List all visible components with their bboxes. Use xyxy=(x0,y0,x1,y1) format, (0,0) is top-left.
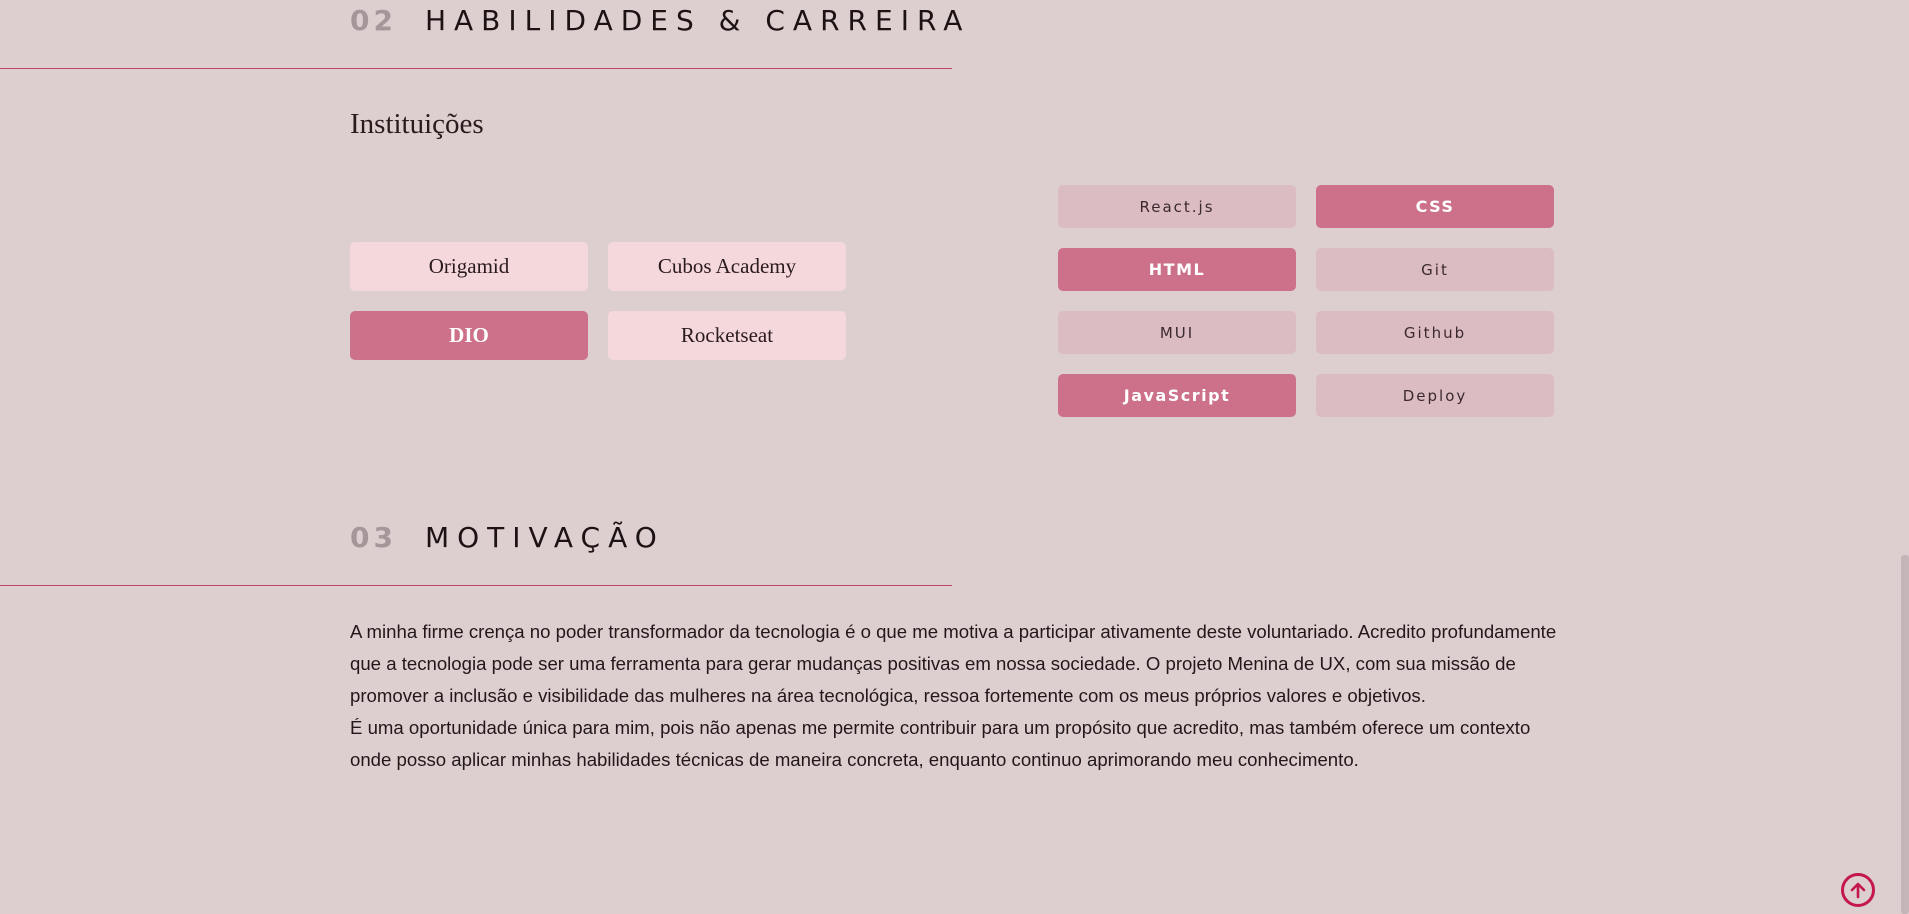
section-number: 03 xyxy=(350,521,397,554)
section-heading-motivation: 03 MOTIVAÇÃO xyxy=(350,521,665,554)
section-title: HABILIDADES & CARREIRA xyxy=(424,4,971,37)
section-divider xyxy=(0,68,952,69)
skill-tag-github[interactable]: Github xyxy=(1316,311,1554,354)
skill-tag-mui[interactable]: MUI xyxy=(1058,311,1296,354)
motivation-paragraph: A minha firme crença no poder transforma… xyxy=(350,621,1557,706)
skill-tag-deploy[interactable]: Deploy xyxy=(1316,374,1554,417)
skill-tag-reactjs[interactable]: React.js xyxy=(1058,185,1296,228)
section-divider xyxy=(0,585,952,586)
skill-tag-css[interactable]: CSS xyxy=(1316,185,1554,228)
scroll-to-top-button[interactable] xyxy=(1841,873,1875,907)
motivation-text: A minha firme crença no poder transforma… xyxy=(350,616,1565,776)
skill-tag-javascript[interactable]: JavaScript xyxy=(1058,374,1296,417)
page-scrollbar[interactable] xyxy=(1901,0,1909,914)
institution-button-rocketseat[interactable]: Rocketseat xyxy=(608,311,846,360)
skills-list: React.js CSS HTML Git MUI Github JavaScr… xyxy=(1058,185,1554,417)
institution-button-dio[interactable]: DIO xyxy=(350,311,588,360)
skill-tag-git[interactable]: Git xyxy=(1316,248,1554,291)
arrow-up-circle-icon xyxy=(1850,882,1866,899)
section-heading-skills: 02 HABILIDADES & CARREIRA xyxy=(350,4,970,37)
motivation-paragraph: É uma oportunidade única para mim, pois … xyxy=(350,717,1531,770)
institution-button-cubos-academy[interactable]: Cubos Academy xyxy=(608,242,846,291)
section-title: MOTIVAÇÃO xyxy=(424,521,665,554)
section-number: 02 xyxy=(350,4,397,37)
institutions-heading: Instituições xyxy=(350,108,484,140)
skill-tag-html[interactable]: HTML xyxy=(1058,248,1296,291)
scrollbar-thumb[interactable] xyxy=(1901,555,1909,914)
institutions-list: Origamid Cubos Academy DIO Rocketseat xyxy=(350,242,846,360)
institution-button-origamid[interactable]: Origamid xyxy=(350,242,588,291)
